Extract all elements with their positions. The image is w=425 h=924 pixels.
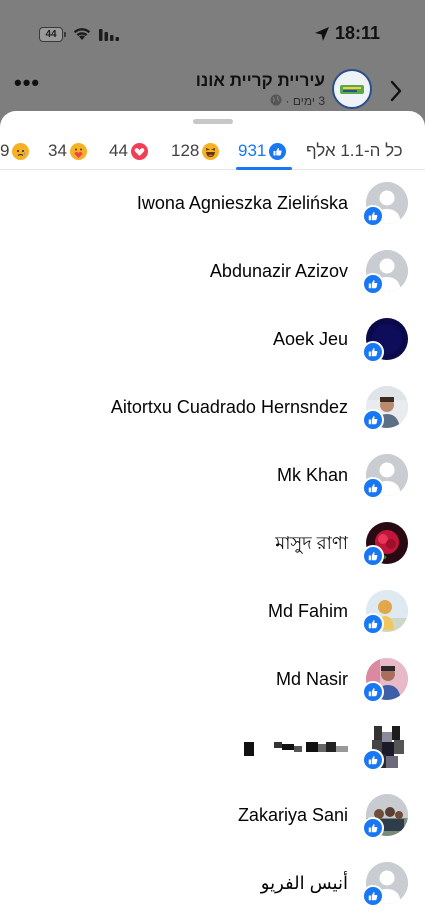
like-badge-icon: [362, 205, 384, 227]
like-badge-icon: [362, 613, 384, 635]
list-item[interactable]: Abdunazir Azizov: [0, 237, 425, 305]
reactor-name[interactable]: Mk Khan: [277, 441, 348, 509]
tab-all-label: כל ה-1.1 אלף: [306, 141, 403, 160]
reaction-tabs: כל ה-1.1 אלף 931 128 44 34 9: [0, 131, 425, 170]
list-item[interactable]: মাসুদ রাণা: [0, 509, 425, 577]
more-options-icon[interactable]: •••: [14, 72, 40, 94]
tab-care-count: 34: [48, 141, 67, 160]
drag-handle[interactable]: [193, 119, 233, 124]
reactor-name[interactable]: Md Fahim: [268, 577, 348, 645]
wifi-icon: [73, 28, 91, 40]
battery-level: 44: [45, 29, 57, 40]
tab-like[interactable]: 931: [238, 137, 287, 165]
like-badge-icon: [362, 477, 384, 499]
haha-icon: [202, 142, 220, 160]
battery-icon: 44: [39, 27, 66, 42]
list-item[interactable]: [0, 713, 425, 781]
reactor-name[interactable]: Zakariya Sani: [238, 781, 348, 849]
reactor-name[interactable]: মাসুদ রাণা: [275, 509, 348, 577]
reactor-name[interactable]: Md Nasir: [276, 645, 348, 713]
like-badge-icon: [362, 273, 384, 295]
pixelated-name: [244, 742, 348, 756]
list-item[interactable]: Aoek Jeu: [0, 305, 425, 373]
tab-haha-count: 128: [171, 141, 200, 160]
list-item[interactable]: Md Nasir: [0, 645, 425, 713]
reactor-name[interactable]: Abdunazir Azizov: [210, 237, 348, 305]
tab-all-reactions[interactable]: כל ה-1.1 אלף: [306, 137, 403, 165]
page-name[interactable]: עיריית קריית אונו: [196, 71, 325, 91]
globe-icon: [270, 94, 282, 106]
tab-love-count: 44: [109, 141, 128, 160]
post-time: 3 ימים ·: [285, 94, 326, 108]
list-item[interactable]: Iwona Agnieszka Zielińska: [0, 169, 425, 237]
reactor-name[interactable]: Aitortxu Cuadrado Hernsndez: [111, 373, 348, 441]
like-icon: [269, 142, 287, 160]
status-bar: 44 18:11: [0, 0, 425, 58]
post-meta: 3 ימים ·: [270, 94, 325, 108]
tab-sad-count: 9: [0, 141, 10, 160]
list-item[interactable]: أنيس الفريو: [0, 849, 425, 917]
location-arrow-icon: [315, 27, 329, 41]
chevron-right-icon[interactable]: [390, 80, 402, 102]
reactor-name[interactable]: Aoek Jeu: [273, 305, 348, 373]
like-badge-icon: [362, 409, 384, 431]
tab-sad[interactable]: 9: [0, 137, 30, 165]
like-badge-icon: [362, 749, 384, 771]
tab-haha[interactable]: 128: [171, 137, 220, 165]
page-avatar[interactable]: [332, 69, 372, 109]
reactor-name[interactable]: أنيس الفريو: [261, 849, 348, 917]
like-badge-icon: [362, 885, 384, 907]
like-badge-icon: [362, 341, 384, 363]
list-item[interactable]: Md Fahim: [0, 577, 425, 645]
like-badge-icon: [362, 681, 384, 703]
reactions-sheet: כל ה-1.1 אלף 931 128 44 34 9 Iwona Agnie…: [0, 111, 425, 924]
care-icon: [69, 142, 87, 160]
love-icon: [130, 142, 148, 160]
reactor-name[interactable]: Iwona Agnieszka Zielińska: [137, 169, 348, 237]
like-badge-icon: [362, 817, 384, 839]
signal-icon: [99, 29, 119, 41]
tab-like-count: 931: [238, 141, 267, 160]
tab-care[interactable]: 34: [48, 137, 87, 165]
list-item[interactable]: Mk Khan: [0, 441, 425, 509]
sad-icon: [12, 142, 30, 160]
list-item[interactable]: Zakariya Sani: [0, 781, 425, 849]
list-item[interactable]: Aitortxu Cuadrado Hernsndez: [0, 373, 425, 441]
tab-love[interactable]: 44: [109, 137, 148, 165]
like-badge-icon: [362, 545, 384, 567]
clock: 18:11: [335, 23, 381, 43]
